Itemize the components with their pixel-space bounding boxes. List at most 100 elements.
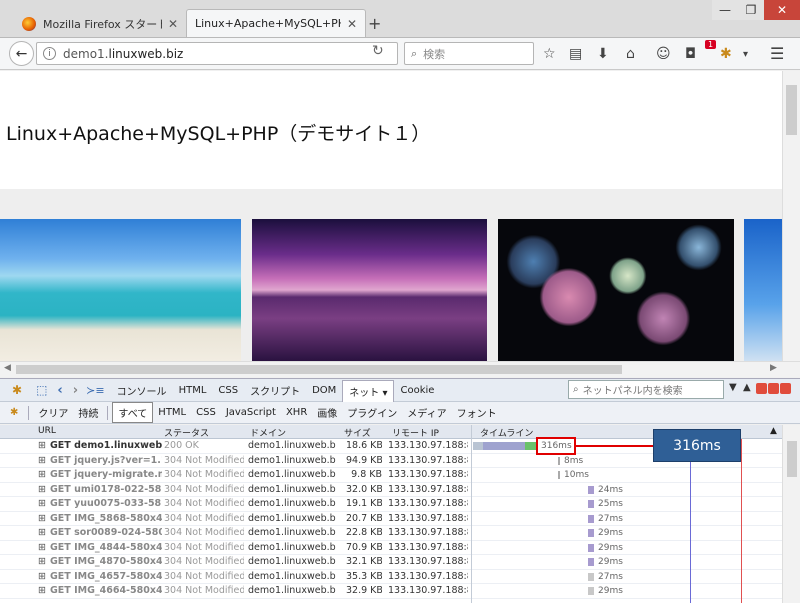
expand-icon[interactable]: ⊞ xyxy=(38,584,46,598)
column-timeline[interactable]: タイムライン xyxy=(480,426,533,439)
search-prev-icon[interactable]: ▲ xyxy=(743,382,751,393)
table-row[interactable]: ⊞ GET IMG_4844-580x4 304 Not Modified de… xyxy=(0,541,782,555)
expand-icon[interactable]: ⊞ xyxy=(38,570,46,584)
expand-icon[interactable]: ⊞ xyxy=(38,439,46,453)
request-size: 9.8 KB xyxy=(351,469,382,480)
command-line-icon[interactable]: ≻≡ xyxy=(86,384,104,397)
net-panel-scrollbar[interactable] xyxy=(782,425,800,603)
close-tab-icon[interactable]: ✕ xyxy=(347,17,357,31)
column-status[interactable]: ステータス xyxy=(164,426,209,439)
tab-demo-site[interactable]: Linux+Apache+MySQL+PH... ✕ xyxy=(186,9,366,37)
table-row[interactable]: ⊞ GET yuu0075-033-58 304 Not Modified de… xyxy=(0,497,782,512)
request-ip: 133.130.97.188:80 xyxy=(388,541,468,553)
reading-list-icon[interactable]: ▤ xyxy=(569,46,582,62)
site-info-icon[interactable]: i xyxy=(43,47,56,60)
minimize-firebug-icon[interactable] xyxy=(756,383,767,394)
inspect-icon[interactable]: ⬚ xyxy=(36,383,47,397)
table-row[interactable]: ⊞ GET IMG_4870-580x4 304 Not Modified de… xyxy=(0,555,782,570)
pocket-icon[interactable]: ◘ xyxy=(685,46,696,62)
table-row[interactable]: ⊞ GET umi0178-022-58 304 Not Modified de… xyxy=(0,483,782,497)
filter-all[interactable]: すべて xyxy=(112,402,154,423)
forward-icon[interactable]: › xyxy=(73,383,78,398)
filter-plugins[interactable]: プラグイン xyxy=(342,403,402,422)
clear-button[interactable]: クリア xyxy=(33,403,73,422)
request-size: 18.6 KB xyxy=(346,440,382,451)
close-window-button[interactable]: ✕ xyxy=(764,0,800,20)
callout-label: 316ms xyxy=(653,429,741,462)
column-url[interactable]: URL xyxy=(38,426,56,436)
expand-icon[interactable]: ⊞ xyxy=(38,541,46,555)
column-size[interactable]: サイズ xyxy=(344,426,371,439)
table-row[interactable]: ⊞ GET jquery-migrate.m 304 Not Modified … xyxy=(0,468,782,483)
filter-html[interactable]: HTML xyxy=(153,405,191,420)
bokeh-lights-photo[interactable] xyxy=(498,219,734,361)
panel-script[interactable]: スクリプト xyxy=(244,383,306,398)
filter-xhr[interactable]: XHR xyxy=(281,405,312,420)
filter-css[interactable]: CSS xyxy=(191,405,221,420)
dom-content-loaded-line xyxy=(690,439,691,603)
persist-button[interactable]: 持続 xyxy=(73,403,103,422)
back-icon[interactable]: ‹ xyxy=(57,383,62,398)
hello-icon[interactable]: ☺ xyxy=(656,46,671,62)
downloads-icon[interactable]: ⬇ xyxy=(597,46,609,62)
expand-icon[interactable]: ⊞ xyxy=(38,497,46,511)
column-remote-ip[interactable]: リモート IP xyxy=(392,426,439,439)
expand-icon[interactable]: ⊞ xyxy=(38,468,46,482)
filter-javascript[interactable]: JavaScript xyxy=(221,405,281,420)
detach-firebug-icon[interactable] xyxy=(768,383,779,394)
panel-dom[interactable]: DOM xyxy=(306,385,342,396)
close-tab-icon[interactable]: ✕ xyxy=(168,17,178,31)
expand-icon[interactable]: ⊞ xyxy=(38,526,46,540)
xhr-icon[interactable]: ✱ xyxy=(10,407,18,418)
panel-net[interactable]: ネット ▾ xyxy=(342,380,395,402)
tab-firefox-start[interactable]: Mozilla Firefox スタートペ... ✕ xyxy=(14,10,186,38)
minimize-button[interactable]: — xyxy=(712,0,738,20)
request-url: GET jquery.js?ver=1.1 xyxy=(50,454,162,466)
filter-media[interactable]: メディア xyxy=(402,403,451,422)
panel-html[interactable]: HTML xyxy=(173,385,213,396)
request-url: GET yuu0075-033-58 xyxy=(50,498,162,509)
search-input[interactable]: ⌕ 検索 xyxy=(404,42,534,65)
filter-fonts[interactable]: フォント xyxy=(452,403,502,422)
column-domain[interactable]: ドメイン xyxy=(250,426,286,439)
expand-icon[interactable]: ⊞ xyxy=(38,512,46,526)
table-row[interactable]: ⊞ GET IMG_5868-580x4 304 Not Modified de… xyxy=(0,512,782,526)
scrollbar-thumb[interactable] xyxy=(16,365,622,374)
url-prefix: demo1. xyxy=(63,46,109,61)
panel-cookie[interactable]: Cookie xyxy=(394,385,440,396)
tab-label: Mozilla Firefox スタートペ... xyxy=(43,18,162,31)
firebug-icon[interactable]: ✱ xyxy=(12,383,22,397)
beach-photo[interactable] xyxy=(0,219,241,361)
close-firebug-icon[interactable] xyxy=(780,383,791,394)
panel-console[interactable]: コンソール xyxy=(111,383,173,398)
page-vertical-scrollbar[interactable] xyxy=(782,71,800,361)
sort-asc-icon[interactable]: ▲ xyxy=(770,426,777,436)
bookmark-star-icon[interactable]: ☆ xyxy=(543,46,556,62)
reload-icon[interactable]: ↻ xyxy=(372,43,384,59)
net-panel-search-input[interactable]: ⌕ ネットパネル内を検索 xyxy=(568,380,724,399)
scrollbar-thumb[interactable] xyxy=(786,85,797,135)
expand-icon[interactable]: ⊞ xyxy=(38,454,46,468)
search-next-icon[interactable]: ▼ xyxy=(729,382,737,393)
scroll-right-icon[interactable]: ▶ xyxy=(770,363,777,373)
table-row[interactable]: ⊞ GET IMG_4657-580x4 304 Not Modified de… xyxy=(0,570,782,584)
back-button[interactable]: ← xyxy=(9,41,34,66)
panel-css[interactable]: CSS xyxy=(212,385,244,396)
expand-icon[interactable]: ⊞ xyxy=(38,555,46,569)
sky-photo[interactable] xyxy=(744,219,782,361)
page-horizontal-scrollbar[interactable]: ◀ ▶ xyxy=(0,361,800,377)
menu-icon[interactable]: ☰ xyxy=(770,44,784,63)
scrollbar-thumb[interactable] xyxy=(787,441,797,477)
filter-images[interactable]: 画像 xyxy=(312,403,342,422)
firebug-icon[interactable]: ✱ xyxy=(720,46,732,62)
url-bar[interactable]: i demo1. linuxweb.biz xyxy=(36,42,398,65)
table-row[interactable]: ⊞ GET sor0089-024-580 304 Not Modified d… xyxy=(0,526,782,541)
new-tab-button[interactable]: + xyxy=(368,14,381,33)
dropdown-icon[interactable]: ▾ xyxy=(743,49,748,60)
table-row[interactable]: ⊞ GET IMG_4664-580x4 304 Not Modified de… xyxy=(0,584,782,599)
sunset-lake-photo[interactable] xyxy=(252,219,487,361)
scroll-left-icon[interactable]: ◀ xyxy=(4,363,11,373)
expand-icon[interactable]: ⊞ xyxy=(38,483,46,497)
home-icon[interactable]: ⌂ xyxy=(626,46,635,62)
maximize-button[interactable]: ❐ xyxy=(738,0,764,20)
